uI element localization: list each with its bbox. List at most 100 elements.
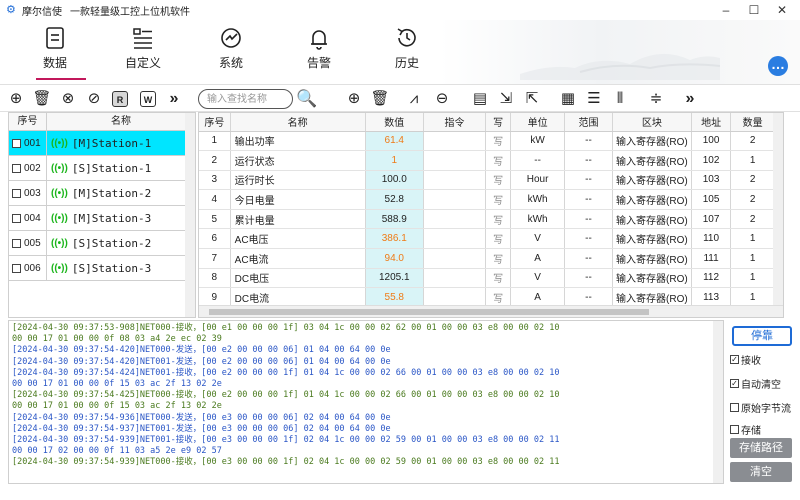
log-scrollbar[interactable]	[713, 321, 723, 483]
search-input[interactable]	[198, 89, 293, 109]
sliders-icon[interactable]: ≑	[646, 89, 666, 109]
station-name-cell[interactable]: ((•)) [S]Station-3	[47, 262, 151, 275]
search-icon[interactable]: 🔍	[296, 89, 317, 109]
raw-bytes-checkbox[interactable]: 原始字节流	[730, 400, 791, 415]
close-circle-icon[interactable]: ⊗	[58, 89, 78, 109]
dock-button[interactable]: 停靠	[732, 326, 792, 346]
list-icon[interactable]: ☰	[584, 89, 604, 109]
zoom-icon[interactable]: ⊖	[432, 89, 452, 109]
row-checkbox[interactable]	[12, 163, 21, 173]
column-header[interactable]: 区块	[612, 113, 692, 132]
register-cell-write[interactable]: 写	[485, 150, 512, 171]
clear-log-button[interactable]: 清空	[730, 462, 792, 482]
add-station-icon[interactable]: ⊕	[6, 89, 26, 109]
row-checkbox[interactable]	[12, 263, 21, 273]
register-row[interactable]: 5 累计电量 588.9 写 kWh -- 输入寄存器(RO) 107 2	[199, 209, 775, 230]
column-header[interactable]: 数值	[365, 113, 424, 132]
column-header[interactable]: 地址	[691, 113, 732, 132]
register-table-hscroll[interactable]	[199, 305, 783, 317]
column-header[interactable]: 名称	[230, 113, 366, 132]
station-name-cell[interactable]: ((•)) [S]Station-1	[47, 162, 151, 175]
check-circle-icon[interactable]: ⊘	[84, 89, 104, 109]
column-header[interactable]: 序号	[199, 113, 231, 132]
register-table-vscroll[interactable]	[773, 113, 783, 305]
store-path-button[interactable]: 存储路径	[730, 438, 792, 458]
register-cell-value[interactable]: 94.0	[365, 248, 424, 269]
station-index-cell[interactable]: 002	[9, 155, 47, 181]
register-cell-write[interactable]: 写	[485, 228, 512, 250]
columns-icon[interactable]: ⫴	[610, 89, 630, 109]
station-index-cell[interactable]: 006	[9, 255, 47, 281]
register-row[interactable]: 8 DC电压 1205.1 写 V -- 输入寄存器(RO) 112 1	[199, 268, 775, 289]
row-checkbox[interactable]	[12, 213, 21, 223]
register-row[interactable]: 6 AC电压 386.1 写 V -- 输入寄存器(RO) 110 1	[199, 228, 775, 250]
station-name-cell[interactable]: ((•)) [M]Station-2	[47, 187, 151, 200]
column-header[interactable]: 指令	[423, 113, 487, 132]
nav-item-data[interactable]: 数据	[20, 20, 90, 84]
station-index-cell[interactable]: 005	[9, 230, 47, 256]
register-cell-write[interactable]: 写	[485, 209, 512, 230]
hscroll-thumb[interactable]	[209, 309, 649, 315]
column-header[interactable]: 范围	[564, 113, 613, 132]
station-name-cell[interactable]: ((•)) [M]Station-3	[47, 212, 151, 225]
grid-icon[interactable]: ▦	[558, 89, 578, 109]
station-row[interactable]: 005 ((•)) [S]Station-2	[9, 230, 195, 256]
more-right-icon[interactable]: »	[680, 89, 700, 109]
register-cell-value[interactable]: 1	[365, 150, 424, 171]
station-row[interactable]: 004 ((•)) [M]Station-3	[9, 205, 195, 231]
station-index-cell[interactable]: 001	[9, 130, 47, 156]
minimize-button[interactable]: –	[712, 2, 740, 18]
add-register-icon[interactable]: ⊕	[344, 89, 364, 109]
waveform-icon[interactable]: ⩘	[404, 89, 424, 109]
register-row[interactable]: 1 输出功率 61.4 写 kW -- 输入寄存器(RO) 100 2	[199, 131, 775, 152]
maximize-button[interactable]: ☐	[740, 2, 768, 18]
register-row[interactable]: 2 运行状态 1 写 -- -- 输入寄存器(RO) 102 1	[199, 150, 775, 171]
more-left-icon[interactable]: »	[164, 89, 184, 109]
station-row[interactable]: 002 ((•)) [S]Station-1	[9, 155, 195, 181]
export-icon[interactable]: ⇱	[522, 89, 542, 109]
register-cell-value[interactable]: 588.9	[365, 209, 424, 230]
row-checkbox[interactable]	[12, 138, 21, 148]
register-cell-value[interactable]: 100.0	[365, 170, 424, 191]
communication-log[interactable]: [2024-04-30 09:37:53-908]NET000-接收，[00 e…	[8, 320, 724, 484]
delete-station-icon[interactable]: 🗑	[32, 89, 52, 109]
close-button[interactable]: ✕	[768, 2, 796, 18]
register-cell-write[interactable]: 写	[485, 248, 512, 269]
auto-clear-checkbox[interactable]: ✓ 自动清空	[730, 376, 781, 391]
station-name-cell[interactable]: ((•)) [S]Station-2	[47, 237, 151, 250]
station-row[interactable]: 001 ((•)) [M]Station-1	[9, 130, 195, 156]
row-checkbox[interactable]	[12, 188, 21, 198]
row-checkbox[interactable]	[12, 238, 21, 248]
register-row[interactable]: 3 运行时长 100.0 写 Hour -- 输入寄存器(RO) 103 2	[199, 170, 775, 191]
register-cell-write[interactable]: 写	[485, 170, 512, 191]
register-cell-value[interactable]: 52.8	[365, 189, 424, 210]
nav-item-custom[interactable]: 自定义	[108, 20, 178, 84]
import-icon[interactable]: ⇲	[496, 89, 516, 109]
station-index-cell[interactable]: 003	[9, 180, 47, 206]
register-cell-write[interactable]: 写	[485, 189, 512, 210]
station-index-cell[interactable]: 004	[9, 205, 47, 231]
column-header[interactable]: 单位	[510, 113, 566, 132]
register-cell-write[interactable]: 写	[485, 268, 512, 289]
nav-item-alarm[interactable]: 告警	[284, 20, 354, 84]
store-checkbox[interactable]: 存储	[730, 422, 761, 437]
write-mode-icon[interactable]: W	[140, 91, 156, 107]
station-row[interactable]: 006 ((•)) [S]Station-3	[9, 255, 195, 281]
doc-icon[interactable]: ▤	[470, 89, 490, 109]
more-options-button[interactable]: …	[768, 56, 788, 76]
station-row[interactable]: 003 ((•)) [M]Station-2	[9, 180, 195, 206]
delete-register-icon[interactable]: 🗑	[370, 89, 390, 109]
nav-item-system[interactable]: 系统	[196, 20, 266, 84]
register-row[interactable]: 7 AC电流 94.0 写 A -- 输入寄存器(RO) 111 1	[199, 248, 775, 269]
register-cell-value[interactable]: 1205.1	[365, 268, 424, 289]
column-header[interactable]: 写	[485, 113, 512, 132]
register-cell-value[interactable]: 386.1	[365, 228, 424, 250]
station-list-scrollbar[interactable]	[185, 113, 195, 317]
receive-checkbox[interactable]: ✓ 接收	[730, 352, 761, 367]
station-name-cell[interactable]: ((•)) [M]Station-1	[47, 137, 151, 150]
register-row[interactable]: 4 今日电量 52.8 写 kWh -- 输入寄存器(RO) 105 2	[199, 189, 775, 210]
read-mode-icon[interactable]: R	[112, 91, 128, 107]
nav-item-history[interactable]: 历史	[372, 20, 442, 84]
column-header[interactable]: 数量	[730, 113, 775, 132]
register-cell-write[interactable]: 写	[485, 131, 512, 152]
